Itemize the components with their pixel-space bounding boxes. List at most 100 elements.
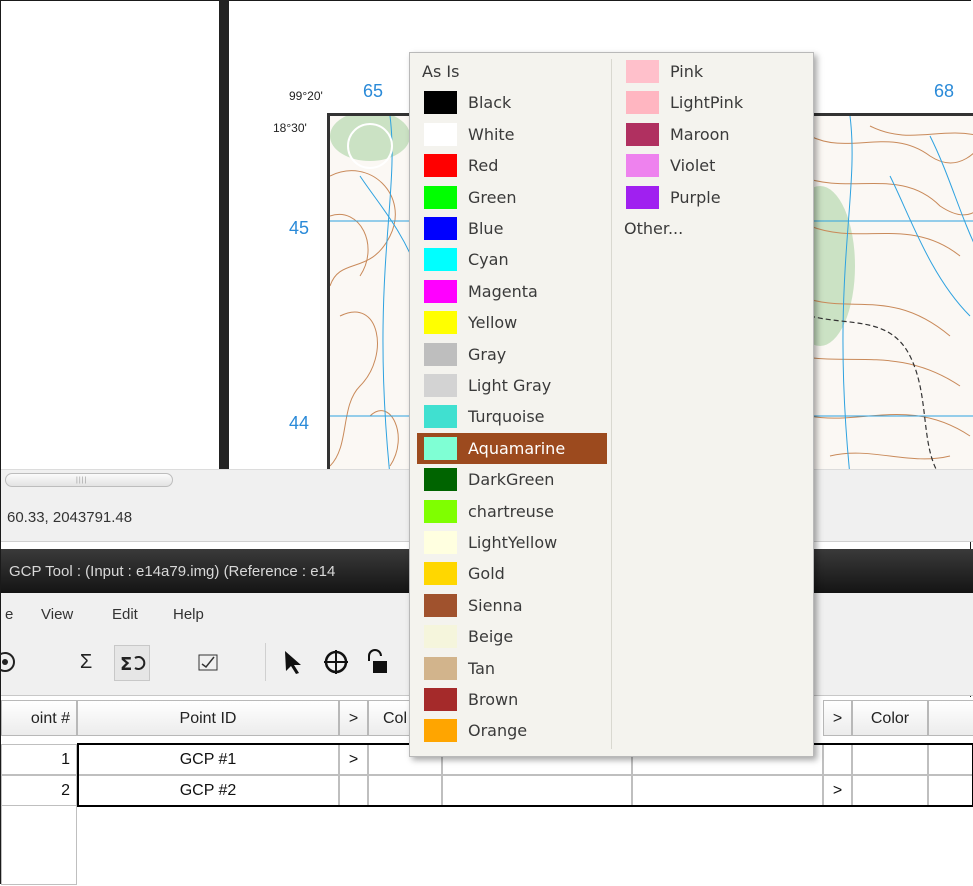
color-option-blue[interactable]: Blue bbox=[417, 213, 607, 244]
color-option-label: Gray bbox=[468, 344, 507, 364]
color-option-label: DarkGreen bbox=[468, 470, 555, 490]
color-swatch bbox=[424, 531, 457, 554]
column-header-color[interactable]: Color bbox=[852, 700, 928, 736]
color-option-label: Beige bbox=[468, 627, 514, 647]
color-option-lightyellow[interactable]: LightYellow bbox=[417, 527, 607, 558]
color-option-label: LightPink bbox=[670, 93, 744, 113]
color-option-sienna[interactable]: Sienna bbox=[417, 590, 607, 621]
cell-arrow[interactable]: > bbox=[823, 775, 852, 806]
color-option-label: Turquoise bbox=[468, 407, 545, 427]
color-option-other[interactable]: Other... bbox=[619, 213, 809, 244]
cell-point-number[interactable]: 1 bbox=[1, 744, 77, 775]
color-option-cyan[interactable]: Cyan bbox=[417, 244, 607, 275]
check-chart-icon[interactable] bbox=[191, 645, 225, 679]
color-option-green[interactable]: Green bbox=[417, 182, 607, 213]
column-header-color[interactable]: Col bbox=[368, 700, 413, 736]
column-header-point-id[interactable]: Point ID bbox=[77, 700, 339, 736]
color-swatch bbox=[424, 311, 457, 335]
cell-point-number[interactable]: 2 bbox=[1, 775, 77, 806]
color-option-label: Tan bbox=[468, 658, 496, 678]
color-swatch bbox=[424, 719, 457, 743]
color-option-black[interactable]: Black bbox=[417, 87, 607, 118]
color-option-brown[interactable]: Brown bbox=[417, 684, 607, 715]
color-option-label: chartreuse bbox=[468, 501, 554, 521]
menu-file[interactable]: e bbox=[5, 606, 13, 623]
column-header-point-number[interactable]: oint # bbox=[1, 700, 77, 736]
color-option-label: Green bbox=[468, 187, 517, 207]
menu-help[interactable]: Help bbox=[173, 606, 204, 623]
color-option-darkgreen[interactable]: DarkGreen bbox=[417, 464, 607, 495]
target-icon[interactable] bbox=[319, 645, 353, 679]
color-option-label: Yellow bbox=[468, 313, 518, 333]
color-option-aquamarine[interactable]: Aquamarine bbox=[417, 432, 607, 464]
cell-blank[interactable] bbox=[928, 775, 973, 806]
color-swatch bbox=[626, 60, 659, 83]
menu-view[interactable]: View bbox=[41, 606, 73, 623]
cell-color[interactable] bbox=[852, 744, 928, 775]
color-swatch bbox=[424, 468, 457, 492]
cell-color[interactable] bbox=[368, 775, 442, 806]
color-option-as-is[interactable]: As Is bbox=[417, 56, 607, 87]
color-option-red[interactable]: Red bbox=[417, 150, 607, 181]
select-arrow-icon[interactable] bbox=[277, 645, 311, 679]
lock-icon[interactable] bbox=[359, 645, 393, 679]
viewer-divider[interactable] bbox=[219, 0, 229, 470]
color-option-pink[interactable]: Pink bbox=[619, 56, 809, 87]
color-option-label: Orange bbox=[468, 721, 528, 741]
color-option-yellow[interactable]: Yellow bbox=[417, 307, 607, 338]
color-option-violet[interactable]: Violet bbox=[619, 150, 809, 181]
color-option-lightpink[interactable]: LightPink bbox=[619, 87, 809, 118]
color-option-light-gray[interactable]: Light Gray bbox=[417, 370, 607, 401]
color-option-label: Red bbox=[468, 156, 499, 176]
grid-easting-label: 65 bbox=[363, 81, 384, 101]
cell-arrow[interactable] bbox=[339, 775, 368, 806]
cell-blank[interactable] bbox=[632, 775, 823, 806]
color-swatch bbox=[424, 656, 457, 680]
color-option-label: Light Gray bbox=[468, 376, 552, 395]
sigma-icon[interactable]: Σ bbox=[69, 645, 103, 679]
color-option-label: Violet bbox=[670, 156, 716, 176]
crosshair-partial-icon[interactable] bbox=[0, 645, 25, 679]
color-swatch bbox=[424, 185, 457, 209]
color-option-gray[interactable]: Gray bbox=[417, 339, 607, 370]
color-option-white[interactable]: White bbox=[417, 119, 607, 150]
color-option-label: Maroon bbox=[670, 124, 730, 144]
cell-arrow[interactable] bbox=[823, 744, 852, 775]
color-option-purple[interactable]: Purple bbox=[619, 182, 809, 213]
cell-blank[interactable] bbox=[442, 775, 632, 806]
color-swatch bbox=[424, 625, 457, 649]
window-title: GCP Tool : (Input : e14a79.img) (Referen… bbox=[9, 563, 336, 580]
color-option-gold[interactable]: Gold bbox=[417, 558, 607, 589]
menu-column-separator bbox=[611, 59, 612, 749]
color-swatch bbox=[424, 562, 457, 586]
longitude-label: 99°20' bbox=[289, 89, 323, 103]
color-option-label: Blue bbox=[468, 219, 504, 238]
color-option-chartreuse[interactable]: chartreuse bbox=[417, 496, 607, 527]
color-option-label: Other... bbox=[624, 219, 684, 238]
color-swatch bbox=[626, 154, 659, 178]
color-option-tan[interactable]: Tan bbox=[417, 653, 607, 684]
cell-blank[interactable] bbox=[928, 744, 973, 775]
color-option-turquoise[interactable]: Turquoise bbox=[417, 401, 607, 432]
color-swatch bbox=[626, 122, 659, 146]
scrollbar-thumb[interactable]: |||| bbox=[5, 473, 173, 487]
color-swatch bbox=[424, 91, 457, 115]
sigma-auto-icon[interactable]: Σ bbox=[114, 645, 150, 681]
color-option-label: Aquamarine bbox=[468, 438, 566, 458]
menu-edit[interactable]: Edit bbox=[112, 606, 138, 623]
column-header-blank bbox=[928, 700, 973, 736]
cell-arrow[interactable]: > bbox=[339, 744, 368, 775]
color-swatch bbox=[424, 499, 457, 523]
left-viewer-pane[interactable] bbox=[1, 1, 219, 469]
cell-point-id[interactable]: GCP #2 bbox=[77, 775, 339, 806]
color-option-beige[interactable]: Beige bbox=[417, 621, 607, 652]
cell-color[interactable] bbox=[852, 775, 928, 806]
color-option-maroon[interactable]: Maroon bbox=[619, 119, 809, 150]
color-option-label: Magenta bbox=[468, 281, 538, 301]
color-option-orange[interactable]: Orange bbox=[417, 715, 607, 746]
column-header-arrow[interactable]: > bbox=[823, 700, 852, 736]
column-header-arrow[interactable]: > bbox=[339, 700, 368, 736]
cell-point-id[interactable]: GCP #1 bbox=[77, 744, 339, 775]
color-option-magenta[interactable]: Magenta bbox=[417, 276, 607, 307]
color-swatch bbox=[424, 374, 457, 397]
